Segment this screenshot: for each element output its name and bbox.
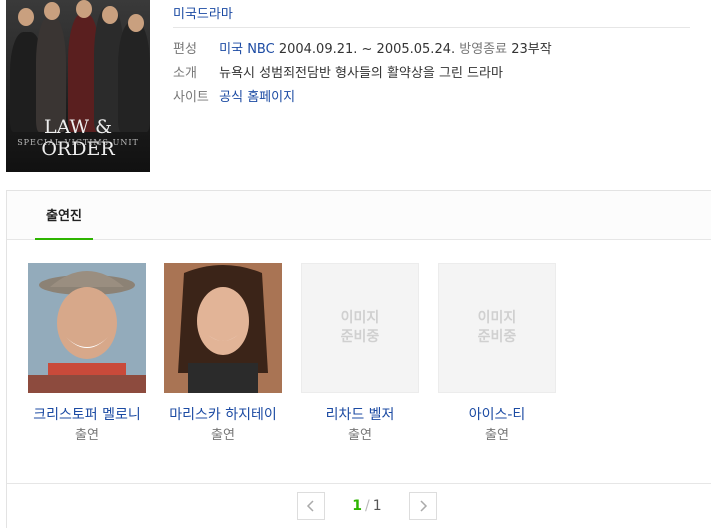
cast-photo-placeholder[interactable]: 이미지 준비중 xyxy=(301,263,419,393)
cast-name[interactable]: 마리스카 하지테이 xyxy=(164,405,282,425)
chevron-left-icon xyxy=(306,500,314,512)
placeholder-text: 이미지 준비중 xyxy=(477,310,517,345)
drama-poster[interactable]: LAW & ORDER SPECIAL VICTIMS UNIT xyxy=(6,0,150,172)
cast-card[interactable]: 마리스카 하지테이 출연 xyxy=(164,263,282,446)
placeholder-text: 이미지 준비중 xyxy=(340,310,380,345)
channel-link[interactable]: 미국 NBC xyxy=(219,42,275,57)
divider xyxy=(7,483,711,484)
current-page: 1 xyxy=(352,498,363,514)
poster-face xyxy=(44,2,60,20)
broadcast-row: 편성 미국 NBC 2004.09.21. ~ 2005.05.24. 방영종료… xyxy=(173,38,552,57)
cast-card[interactable]: 이미지 준비중 아이스-티 출연 xyxy=(438,263,556,446)
divider xyxy=(173,27,690,28)
cast-role: 출연 xyxy=(75,428,99,443)
cast-photo[interactable] xyxy=(28,263,146,393)
summary-text: 뉴욕시 성범죄전담반 형사들의 활약상을 그린 드라마 xyxy=(219,66,503,81)
chevron-right-icon xyxy=(420,500,428,512)
site-row: 사이트 공식 홈페이지 xyxy=(173,86,295,105)
cast-card[interactable]: 크리스토퍼 멜로니 출연 xyxy=(28,263,146,446)
cast-card[interactable]: 이미지 준비중 리차드 벨저 출연 xyxy=(301,263,419,446)
page-indicator: 1/1 xyxy=(325,498,409,514)
tab-cast[interactable]: 출연진 xyxy=(35,205,93,240)
cast-role: 출연 xyxy=(348,428,372,443)
broadcast-period: 2004.09.21. ~ 2005.05.24. xyxy=(278,42,456,57)
cast-name[interactable]: 리차드 벨저 xyxy=(301,405,419,425)
cast-photo-placeholder[interactable]: 이미지 준비중 xyxy=(438,263,556,393)
poster-face xyxy=(76,0,92,18)
cast-name[interactable]: 크리스토퍼 멜로니 xyxy=(28,405,146,425)
cast-role: 출연 xyxy=(211,428,235,443)
genre-link[interactable]: 미국드라마 xyxy=(173,3,233,22)
prev-page-button[interactable] xyxy=(297,492,325,520)
pagination: 1/1 xyxy=(297,491,437,521)
broadcast-label: 편성 xyxy=(173,42,197,57)
cast-panel: 출연진 크리스토퍼 멜로니 출연 마리스카 하지테이 출연 이미지 준비중 리차… xyxy=(6,190,711,528)
cast-name[interactable]: 아이스-티 xyxy=(438,405,556,425)
total-pages: 1 xyxy=(372,498,382,514)
site-label: 사이트 xyxy=(173,90,209,105)
tab-bar: 출연진 xyxy=(7,191,711,240)
episode-count: 23부작 xyxy=(511,42,552,57)
poster-face xyxy=(18,8,34,26)
page-separator: / xyxy=(365,498,370,514)
cast-photo-illustration xyxy=(164,263,282,393)
cast-role: 출연 xyxy=(485,428,509,443)
cast-photo-illustration xyxy=(28,263,146,393)
poster-figure xyxy=(36,17,66,132)
poster-face xyxy=(102,6,118,24)
poster-subtitle: SPECIAL VICTIMS UNIT xyxy=(17,138,139,147)
official-site-link[interactable]: 공식 홈페이지 xyxy=(219,90,295,105)
broadcast-status: 방영종료 xyxy=(459,42,508,57)
next-page-button[interactable] xyxy=(409,492,437,520)
summary-row: 소개 뉴욕시 성범죄전담반 형사들의 활약상을 그린 드라마 xyxy=(173,62,503,81)
cast-photo[interactable] xyxy=(164,263,282,393)
poster-face xyxy=(128,14,144,32)
summary-label: 소개 xyxy=(173,66,197,81)
